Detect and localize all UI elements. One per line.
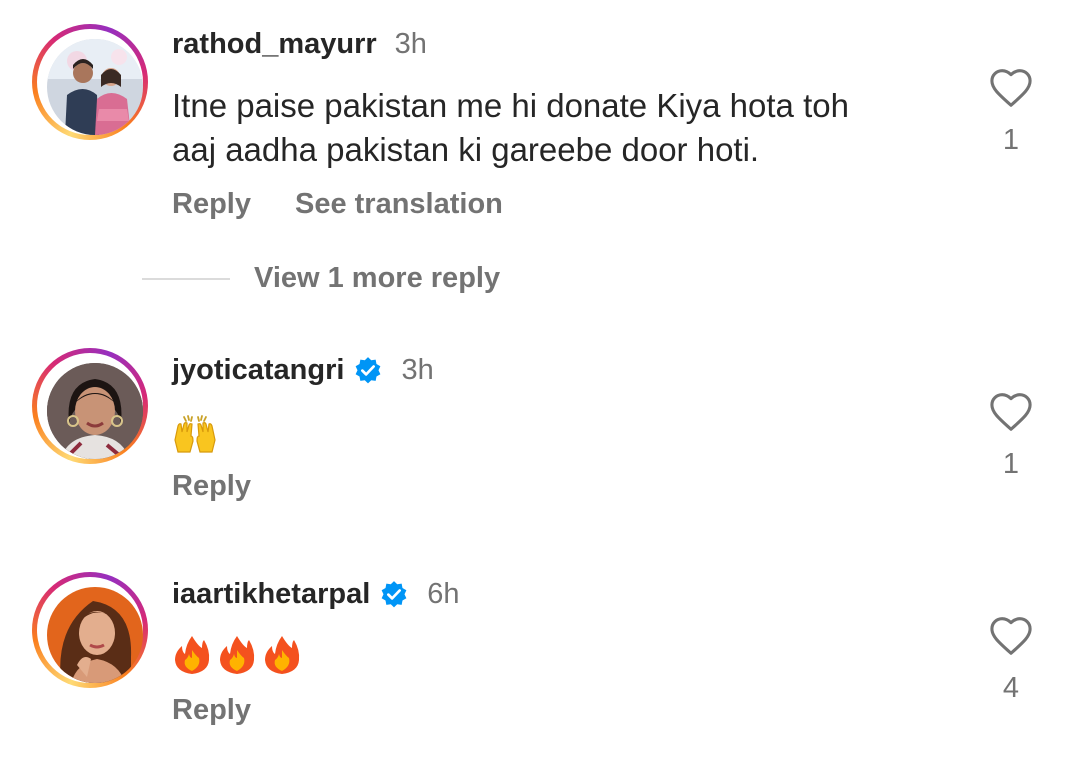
avatar — [47, 587, 143, 683]
like-count: 1 — [1002, 448, 1020, 480]
fire-emoji — [220, 636, 255, 674]
verified-badge-icon — [381, 580, 407, 607]
see-translation-button[interactable]: See translation — [295, 188, 503, 221]
comment-emojis — [172, 634, 302, 676]
reply-button[interactable]: Reply — [172, 188, 251, 221]
username[interactable]: iaartikhetarpal — [172, 578, 370, 611]
comment-text: Itne paise pakistan me hi donate Kiya ho… — [172, 84, 962, 172]
verified-badge-icon — [356, 356, 381, 383]
heart-outline-icon[interactable] — [989, 68, 1033, 108]
avatar-story-ring[interactable] — [32, 24, 148, 140]
username[interactable]: rathod_mayurr — [172, 28, 377, 61]
raising-hands-emoji — [174, 415, 216, 453]
username[interactable]: jyoticatangri — [172, 354, 344, 387]
like-count: 1 — [1002, 124, 1020, 156]
reply-button[interactable]: Reply — [172, 694, 251, 727]
avatar — [47, 363, 143, 459]
like-area: 1 — [988, 68, 1034, 157]
like-area: 1 — [988, 392, 1034, 481]
avatar — [47, 39, 143, 135]
replies-divider-line — [142, 277, 230, 280]
comment-time: 6h — [427, 578, 460, 610]
view-more-replies[interactable]: View 1 more reply — [142, 262, 500, 295]
avatar-story-ring[interactable] — [32, 572, 148, 688]
comment-time: 3h — [401, 354, 434, 386]
reply-button[interactable]: Reply — [172, 470, 251, 503]
like-count: 4 — [1002, 672, 1020, 704]
comment-text-line: aaj aadha pakistan ki gareebe door hoti. — [172, 131, 760, 168]
heart-outline-icon[interactable] — [989, 616, 1033, 656]
fire-emoji — [175, 636, 210, 674]
avatar-story-ring[interactable] — [32, 348, 148, 464]
comment-time: 3h — [394, 28, 427, 60]
like-area: 4 — [988, 616, 1034, 705]
heart-outline-icon[interactable] — [989, 392, 1033, 432]
comment-text-line: Itne paise pakistan me hi donate Kiya ho… — [172, 87, 849, 124]
fire-emoji — [265, 636, 300, 674]
comment-emojis — [172, 414, 218, 454]
view-more-replies-label[interactable]: View 1 more reply — [254, 262, 500, 295]
